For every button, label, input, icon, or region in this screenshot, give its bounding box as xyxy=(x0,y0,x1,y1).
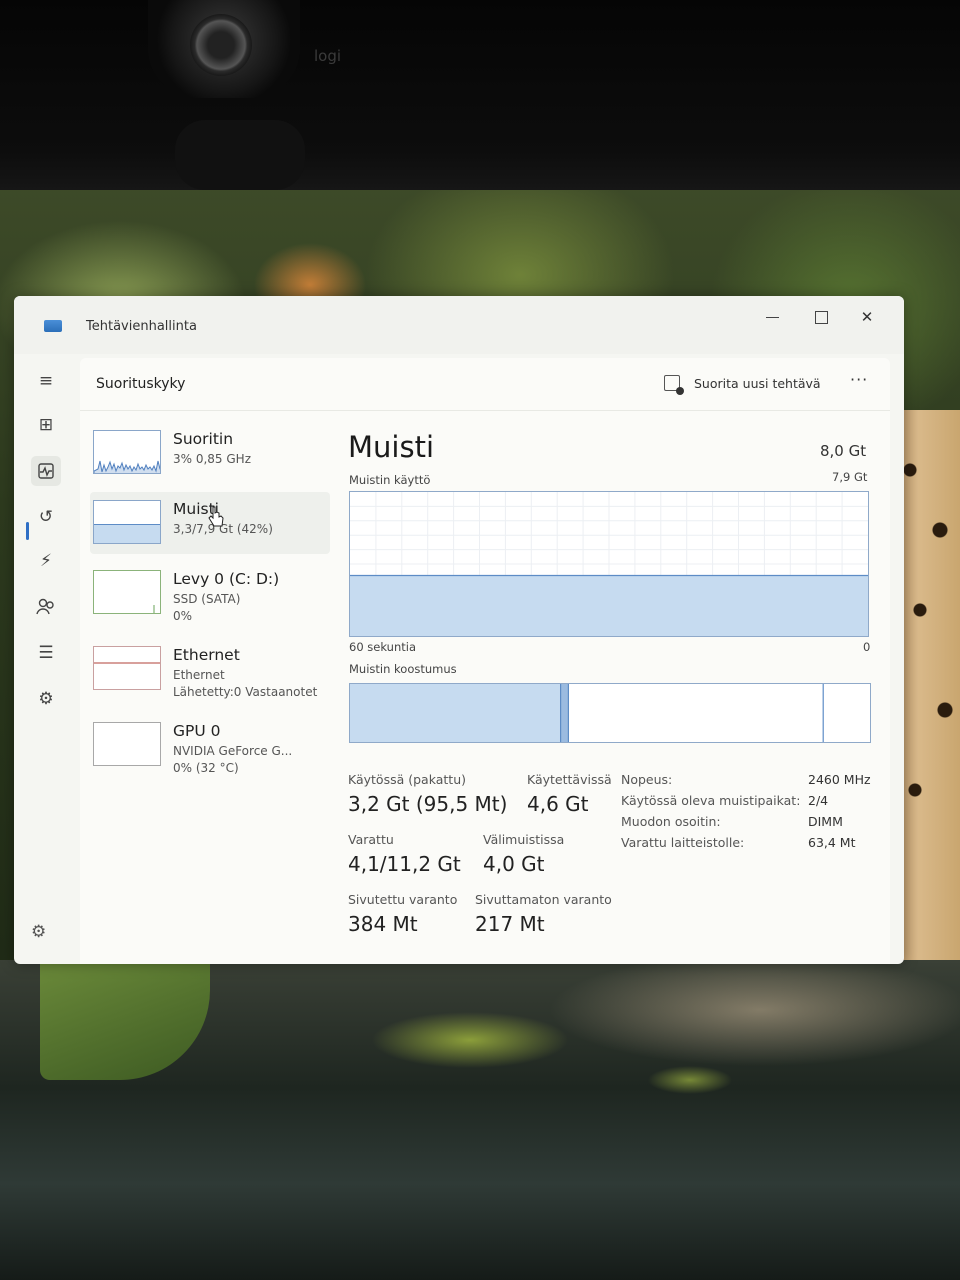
hardware-reserved-key: Varattu laitteistolle: xyxy=(621,835,745,850)
memory-usage-graph xyxy=(349,491,869,637)
navigation-rail: ≡ ⊞ ↺ ⚡ ☰ ⚙ xyxy=(14,354,74,964)
slots-used-value: 2/4 xyxy=(808,793,829,808)
available-label: Käytettävissä xyxy=(527,772,612,787)
nonpaged-pool-label: Sivuttamaton varanto xyxy=(475,892,612,907)
committed-value: 4,1/11,2 Gt xyxy=(348,852,461,876)
device-name: Ethernet xyxy=(173,646,240,664)
device-detail: 3% 0,85 GHz xyxy=(173,452,252,466)
command-bar: Suorituskyky Suorita uusi tehtävä ··· xyxy=(80,358,890,411)
device-gpu[interactable]: GPU 0 NVIDIA GeForce G... 0% (32 °C) xyxy=(90,714,330,776)
memory-usage-plot xyxy=(350,492,868,636)
processes-icon[interactable]: ⊞ xyxy=(31,410,61,440)
maximize-button[interactable] xyxy=(798,302,844,332)
speed-value: 2460 MHz xyxy=(808,772,871,787)
app-history-icon[interactable]: ↺ xyxy=(31,502,61,532)
webcam-base xyxy=(175,120,305,190)
webcam-lens xyxy=(190,14,252,76)
services-icon[interactable]: ⚙ xyxy=(31,684,61,714)
webcam xyxy=(148,0,300,98)
gpu-thumbnail-graph xyxy=(93,722,161,766)
hardware-reserved-value: 63,4 Mt xyxy=(808,835,856,850)
ethernet-thumbnail-graph xyxy=(93,646,161,690)
memory-total: 8,0 Gt xyxy=(820,442,867,460)
form-factor-key: Muodon osoitin: xyxy=(621,814,721,829)
new-task-icon xyxy=(664,375,684,395)
startup-apps-icon[interactable]: ⚡ xyxy=(31,546,61,576)
time-axis-end: 0 xyxy=(863,640,871,654)
details-icon[interactable]: ☰ xyxy=(31,638,61,668)
hand-cursor-icon xyxy=(208,506,224,527)
committed-label: Varattu xyxy=(348,832,394,847)
performance-icon[interactable] xyxy=(31,456,61,486)
page-title: Suorituskyky xyxy=(96,376,186,392)
in-use-value: 3,2 Gt (95,5 Mt) xyxy=(348,792,508,816)
composition-in-use xyxy=(350,684,561,742)
form-factor-value: DIMM xyxy=(808,814,843,829)
memory-thumbnail-graph xyxy=(93,500,161,544)
performance-page: Suorituskyky Suorita uusi tehtävä ··· Su… xyxy=(80,358,890,964)
run-new-task-button[interactable]: Suorita uusi tehtävä xyxy=(664,372,821,396)
minimize-button[interactable] xyxy=(750,302,796,332)
speed-key: Nopeus: xyxy=(621,772,673,787)
memory-composition-plot xyxy=(350,684,824,742)
cpu-thumbnail-graph xyxy=(93,430,161,474)
device-detail-2: 0% (32 °C) xyxy=(173,761,239,775)
task-manager-window: Tehtävienhallinta ✕ ≡ ⊞ ↺ ⚡ ☰ ⚙ ⚙ Suorit… xyxy=(14,296,904,964)
device-name: Suoritin xyxy=(173,430,234,448)
in-use-label: Käytössä (pakattu) xyxy=(348,772,466,787)
monitor-bezel xyxy=(0,0,960,190)
paged-pool-value: 384 Mt xyxy=(348,912,418,936)
window-title: Tehtävienhallinta xyxy=(86,319,197,334)
run-new-task-label: Suorita uusi tehtävä xyxy=(694,376,821,391)
webcam-brand: logi xyxy=(314,47,342,65)
memory-thumbnail-fill xyxy=(94,524,160,543)
available-value: 4,6 Gt xyxy=(527,792,589,816)
device-detail: NVIDIA GeForce G... xyxy=(173,744,293,758)
time-axis-start: 60 sekuntia xyxy=(349,640,416,654)
memory-usage-max: 7,9 Gt xyxy=(832,470,868,484)
memory-composition-bar xyxy=(349,683,871,743)
cached-label: Välimuistissa xyxy=(483,832,565,847)
device-name: GPU 0 xyxy=(173,722,221,740)
hamburger-menu-icon[interactable]: ≡ xyxy=(31,366,61,396)
device-disk[interactable]: Levy 0 (C: D:) SSD (SATA) 0% xyxy=(90,562,330,624)
settings-icon[interactable]: ⚙ xyxy=(31,922,46,942)
close-button[interactable]: ✕ xyxy=(844,302,890,332)
task-manager-app-icon xyxy=(44,320,62,332)
paged-pool-label: Sivutettu varanto xyxy=(348,892,458,907)
device-detail-2: 0% xyxy=(173,609,193,623)
disk-thumbnail-graph xyxy=(93,570,161,614)
active-nav-indicator xyxy=(26,522,29,540)
device-detail-2: Lähetetty:0 Vastaanotet xyxy=(173,685,318,699)
more-options-button[interactable]: ··· xyxy=(850,370,868,389)
nonpaged-pool-value: 217 Mt xyxy=(475,912,545,936)
cached-value: 4,0 Gt xyxy=(483,852,545,876)
composition-modified xyxy=(560,684,569,742)
title-bar[interactable]: Tehtävienhallinta ✕ xyxy=(14,296,904,354)
memory-usage-label: Muistin käyttö xyxy=(349,473,431,487)
users-icon[interactable] xyxy=(31,592,61,622)
device-name: Levy 0 (C: D:) xyxy=(173,570,280,588)
slots-used-key: Käytössä oleva muistipaikat: xyxy=(621,793,801,808)
device-detail: Ethernet xyxy=(173,668,225,682)
device-detail: SSD (SATA) xyxy=(173,592,241,606)
memory-title: Muisti xyxy=(348,430,434,464)
device-ethernet[interactable]: Ethernet Ethernet Lähetetty:0 Vastaanote… xyxy=(90,638,330,700)
memory-composition-label: Muistin koostumus xyxy=(349,662,457,676)
device-cpu[interactable]: Suoritin 3% 0,85 GHz xyxy=(90,422,330,484)
memory-usage-area xyxy=(350,575,868,636)
